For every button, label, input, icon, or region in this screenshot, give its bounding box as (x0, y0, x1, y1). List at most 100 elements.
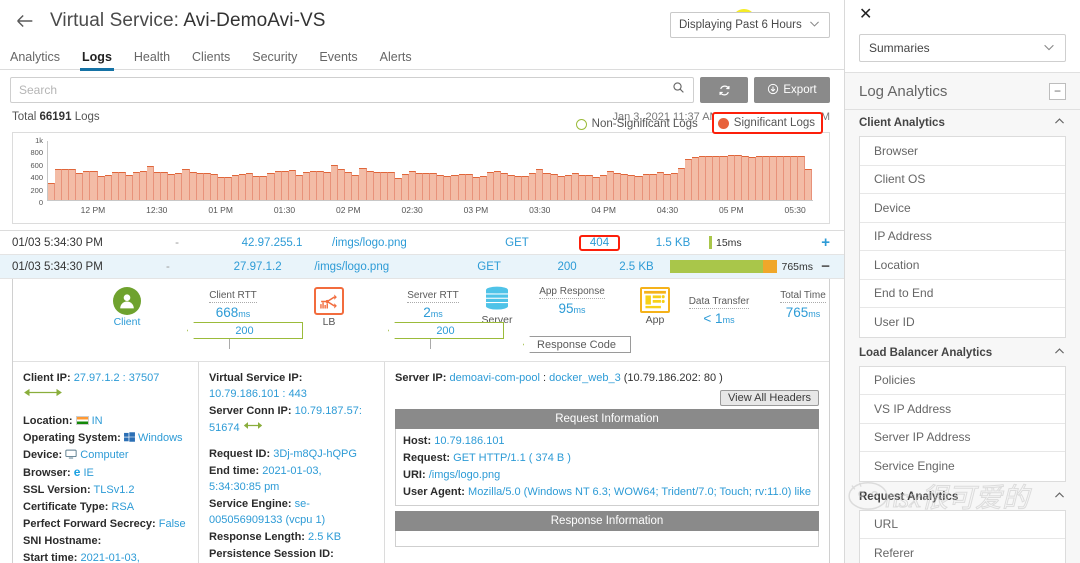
sidebar-item-device[interactable]: Device (860, 194, 1065, 223)
chart-bar[interactable] (550, 173, 558, 200)
chart-bar[interactable] (224, 177, 233, 200)
chart-bar[interactable] (288, 169, 296, 200)
chart-bar[interactable] (366, 170, 374, 200)
chart-bar[interactable] (246, 172, 254, 200)
chart-bar[interactable] (699, 156, 707, 200)
chart-bar[interactable] (345, 172, 353, 200)
search-icon[interactable] (672, 81, 685, 99)
chart-bar[interactable] (267, 172, 275, 200)
chart-bar[interactable] (147, 166, 155, 200)
chart-bar[interactable] (69, 169, 77, 200)
chart-bar[interactable] (430, 172, 438, 200)
server-name-value[interactable]: docker_web_3 (549, 372, 621, 384)
chart-bar[interactable] (522, 175, 530, 200)
chart-bar[interactable] (677, 168, 686, 200)
search-input[interactable] (19, 83, 672, 97)
tab-clients[interactable]: Clients (192, 50, 230, 70)
chart-bar[interactable] (373, 172, 381, 200)
summaries-select[interactable]: Summaries (859, 34, 1066, 62)
cell-uri[interactable]: /imgs/logo.png (332, 237, 472, 249)
chart-bar[interactable] (536, 169, 544, 200)
field-value[interactable]: 27.97.1.2 : 37507 (74, 372, 160, 384)
sidebar-item-client-os[interactable]: Client OS (860, 166, 1065, 194)
chart-bar[interactable] (331, 164, 339, 200)
chart-bar[interactable] (217, 176, 225, 200)
chart-bar[interactable] (614, 172, 622, 200)
chart-bar[interactable] (593, 177, 601, 200)
chart-bar[interactable] (83, 170, 91, 200)
chart-bar[interactable] (210, 174, 218, 200)
field-value[interactable]: 10.79.186.101 : 443 (209, 388, 307, 400)
chart-bar[interactable] (692, 156, 700, 200)
chart-bar[interactable] (791, 156, 799, 200)
tab-health[interactable]: Health (134, 50, 170, 70)
chart-bar[interactable] (670, 172, 678, 200)
chart-bar[interactable] (401, 174, 409, 200)
chart-bar[interactable] (458, 174, 466, 200)
chart-bar[interactable] (727, 155, 735, 200)
chart-bar[interactable] (309, 171, 317, 200)
tab-logs[interactable]: Logs (80, 50, 114, 71)
chart-bar[interactable] (621, 174, 629, 200)
chart-bar[interactable] (600, 174, 608, 200)
chart-bar[interactable] (260, 175, 268, 200)
chart-bar[interactable] (805, 169, 813, 200)
legend-significant[interactable]: Significant Logs (711, 112, 823, 134)
chart-bar[interactable] (104, 174, 112, 200)
chart-bar[interactable] (316, 171, 325, 200)
chart-bar[interactable] (338, 169, 346, 200)
cell-uri[interactable]: /imgs/logo.png (314, 261, 446, 273)
chart-bar[interactable] (493, 170, 501, 200)
chart-bar[interactable] (416, 172, 424, 200)
chart-bar[interactable] (352, 174, 360, 200)
chart-bar[interactable] (585, 174, 594, 200)
group-header-client-analytics[interactable]: Client Analytics (859, 110, 1066, 136)
chart-bar[interactable] (437, 174, 445, 200)
chart-bar[interactable] (628, 174, 636, 200)
sidebar-item-url[interactable]: URL (860, 511, 1065, 539)
chart-bar[interactable] (239, 174, 247, 200)
chart-bar[interactable] (189, 172, 197, 200)
row-expand-button[interactable]: + (812, 234, 830, 251)
cell-method[interactable]: GET (472, 237, 562, 249)
chart-bar[interactable] (649, 173, 657, 200)
chart-bar[interactable] (111, 171, 119, 200)
tab-alerts[interactable]: Alerts (380, 50, 412, 70)
chart-bar[interactable] (423, 172, 431, 200)
server-pool-value[interactable]: demoavi-com-pool (449, 372, 539, 384)
chart-bar[interactable] (161, 172, 169, 200)
chart-bar[interactable] (564, 175, 572, 200)
cell-status[interactable]: 200 (532, 261, 603, 273)
chart-bar[interactable] (175, 173, 183, 200)
chart-bar[interactable] (140, 170, 148, 200)
chart-bar[interactable] (663, 173, 671, 200)
chart-bar[interactable] (62, 169, 70, 200)
chart-bar[interactable] (501, 172, 509, 200)
chart-bar[interactable] (359, 167, 367, 200)
chart-bar[interactable] (762, 156, 770, 200)
chart-bar[interactable] (734, 155, 742, 200)
chart-bar[interactable] (55, 169, 63, 200)
chart-bar[interactable] (557, 175, 565, 200)
chart-bar[interactable] (48, 182, 56, 200)
chart-bar[interactable] (97, 175, 105, 200)
chart-bar[interactable] (798, 156, 806, 200)
sidebar-item-end-to-end[interactable]: End to End (860, 280, 1065, 308)
chart-bar[interactable] (408, 170, 417, 200)
chart-bar[interactable] (685, 159, 693, 200)
chart-bar[interactable] (713, 156, 721, 200)
chart-bar[interactable] (755, 156, 763, 200)
chart-bar[interactable] (706, 156, 714, 200)
tab-security[interactable]: Security (252, 50, 297, 70)
chart-bar[interactable] (720, 156, 728, 200)
chart-bar[interactable] (784, 155, 792, 200)
chart-bar[interactable] (196, 172, 204, 200)
sidebar-item-policies[interactable]: Policies (860, 367, 1065, 395)
sidebar-item-browser[interactable]: Browser (860, 137, 1065, 166)
chart-bar[interactable] (253, 176, 261, 200)
sidebar-item-user-id[interactable]: User ID (860, 308, 1065, 337)
row-collapse-button[interactable]: − (813, 258, 830, 275)
chart-bar[interactable] (451, 174, 459, 200)
chart-bar[interactable] (479, 176, 487, 200)
tab-analytics[interactable]: Analytics (10, 50, 60, 70)
